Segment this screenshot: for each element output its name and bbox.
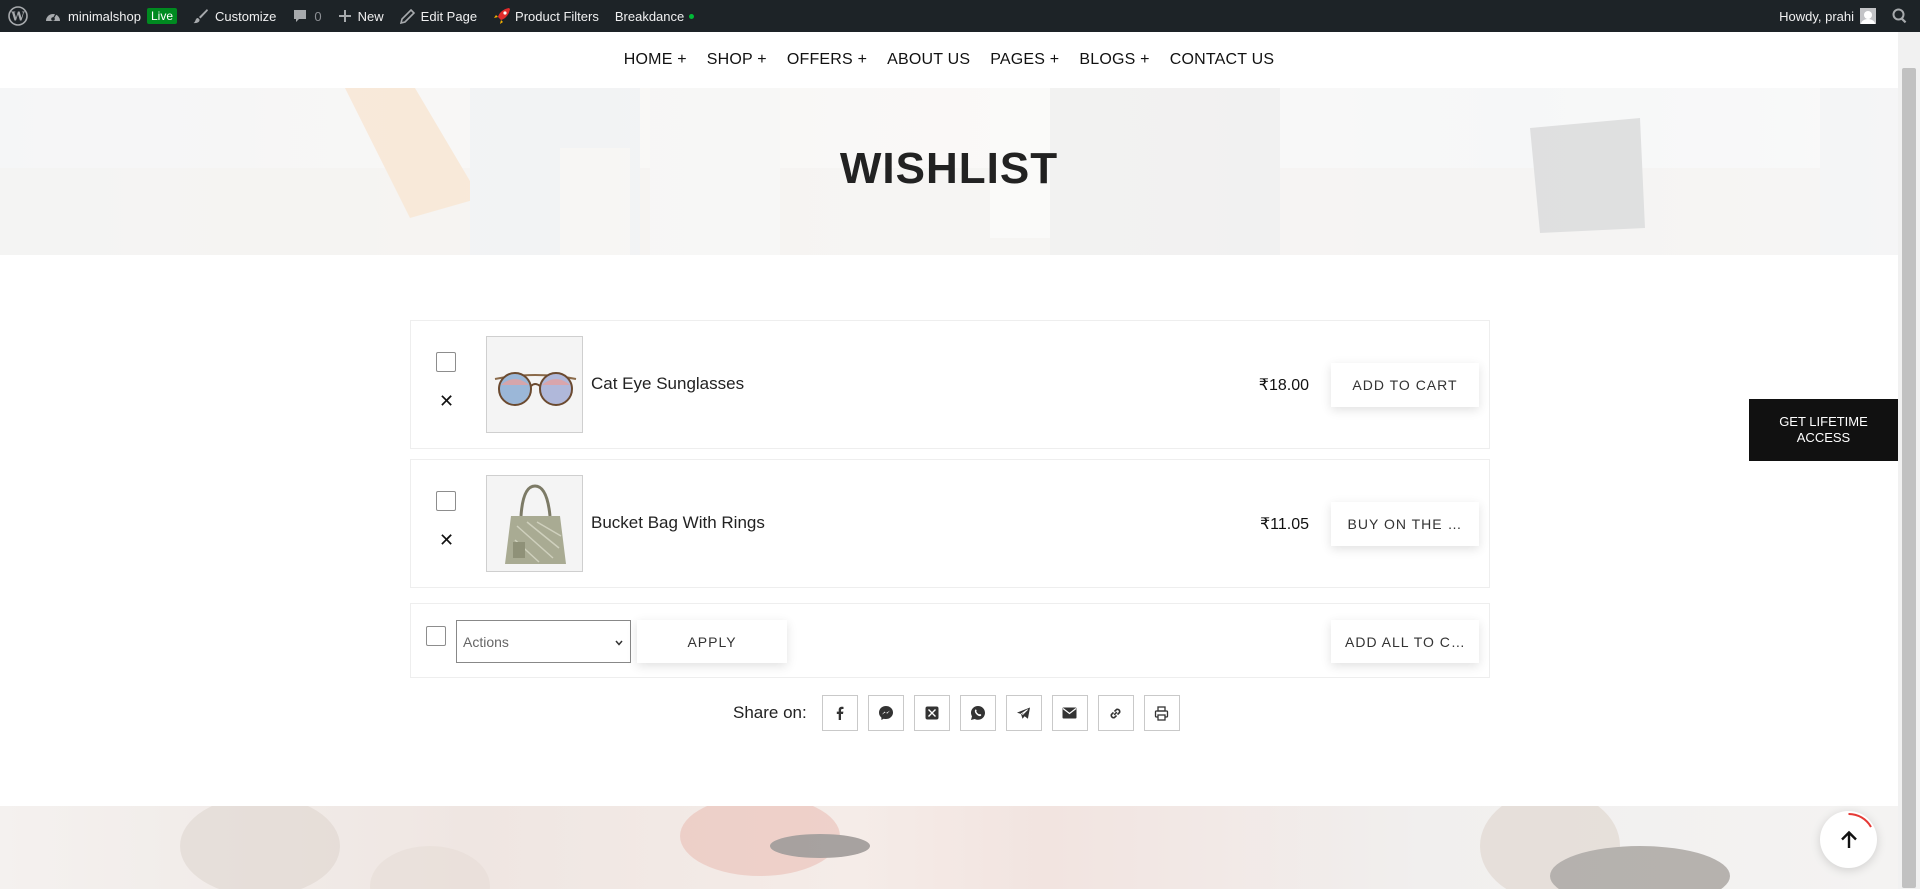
product-price: ₹18.00	[1258, 377, 1309, 394]
share-label: Share on:	[733, 703, 807, 722]
share-print-button[interactable]	[1143, 695, 1180, 731]
nav-shop[interactable]: SHOP +	[697, 51, 777, 69]
edit-page-label: Edit Page	[420, 8, 478, 24]
print-icon	[1155, 705, 1169, 721]
link-icon	[1110, 708, 1121, 718]
promo-banner-image	[0, 806, 1898, 889]
whatsapp-icon	[970, 706, 985, 720]
product-thumbnail[interactable]	[486, 336, 583, 433]
comments-count: 0	[314, 8, 322, 24]
product-thumbnail[interactable]	[486, 475, 583, 572]
comments-link[interactable]: 0	[284, 0, 329, 32]
avatar	[1860, 8, 1876, 24]
actions-select-value: Actions	[463, 633, 509, 650]
breakdance-label: Breakdance	[614, 8, 685, 24]
wishlist-actions-bar: Actions APPLY ADD ALL TO C…	[410, 603, 1490, 678]
product-name-link[interactable]: Bucket Bag With Rings	[591, 513, 765, 533]
howdy-label: Howdy, prahi	[1779, 8, 1854, 24]
chevron-down-icon	[614, 635, 624, 651]
product-name-link[interactable]: Cat Eye Sunglasses	[591, 374, 744, 394]
search-icon	[1892, 8, 1908, 24]
edit-page-link[interactable]: Edit Page	[392, 0, 485, 32]
site-name-label: minimalshop	[68, 8, 141, 24]
get-lifetime-access-button[interactable]: GET LIFETIME ACCESS	[1749, 399, 1898, 461]
nav-pages[interactable]: PAGES +	[980, 51, 1069, 69]
nav-home[interactable]: HOME +	[614, 51, 697, 69]
bucket-bag-image	[487, 476, 582, 571]
remove-item-icon[interactable]: ✕	[439, 531, 454, 549]
add-all-to-cart-button[interactable]: ADD ALL TO C…	[1331, 620, 1479, 663]
share-facebook-button[interactable]	[821, 695, 858, 731]
nav-about-us[interactable]: ABOUT US	[877, 51, 980, 69]
scrollbar-thumb[interactable]	[1902, 68, 1916, 888]
wishlist-row: ✕ Bucket Bag With Rings ₹11.05 BUY ON TH…	[410, 459, 1490, 588]
page-title: WISHLIST	[839, 144, 1059, 193]
row-select-checkbox[interactable]	[436, 352, 456, 372]
share-email-button[interactable]	[1051, 695, 1088, 731]
share-copy-link-button[interactable]	[1097, 695, 1134, 731]
new-label: New	[357, 8, 384, 24]
scroll-progress-ring	[1848, 812, 1872, 828]
apply-button[interactable]: APPLY	[637, 620, 787, 663]
my-account-link[interactable]: Howdy, prahi	[1771, 0, 1884, 32]
product-filters-link[interactable]: Product Filters	[485, 0, 607, 32]
wishlist-row: ✕ Cat Eye Sunglasses ₹18.00 ADD TO CART	[410, 320, 1490, 449]
scroll-to-top-button[interactable]	[1820, 811, 1877, 868]
x-icon	[925, 706, 939, 720]
admin-search-button[interactable]	[1884, 0, 1920, 32]
share-messenger-button[interactable]	[867, 695, 904, 731]
nav-contact-us[interactable]: CONTACT US	[1160, 51, 1285, 69]
share-telegram-button[interactable]	[1005, 695, 1042, 731]
product-filters-label: Product Filters	[515, 8, 599, 24]
rocket-icon	[493, 7, 511, 25]
telegram-icon	[1017, 707, 1031, 719]
remove-item-icon[interactable]: ✕	[439, 392, 454, 410]
page-scrollbar[interactable]	[1898, 32, 1920, 889]
site-name-link[interactable]: minimalshop Live	[36, 0, 185, 32]
select-all-checkbox[interactable]	[426, 626, 446, 646]
nav-offers[interactable]: OFFERS +	[777, 51, 877, 69]
actions-select[interactable]: Actions	[456, 620, 631, 663]
breakdance-link[interactable]: Breakdance	[607, 0, 702, 32]
pencil-icon	[399, 8, 415, 24]
facebook-icon	[836, 706, 844, 720]
sunglasses-image	[487, 337, 582, 432]
add-to-cart-button[interactable]: ADD TO CART	[1331, 363, 1479, 407]
product-price: ₹11.05	[1259, 516, 1309, 533]
customize-link[interactable]: Customize	[185, 0, 284, 32]
dashboard-icon	[44, 8, 62, 24]
row-select-checkbox[interactable]	[436, 491, 456, 511]
live-badge: Live	[146, 8, 177, 24]
status-dot	[689, 13, 695, 19]
svg-text:W: W	[10, 10, 25, 24]
nav-blogs[interactable]: BLOGS +	[1069, 51, 1159, 69]
comment-icon	[292, 8, 308, 24]
wordpress-logo-icon[interactable]: W	[0, 0, 36, 32]
customize-label: Customize	[215, 8, 277, 24]
main-navigation: HOME + SHOP + OFFERS + ABOUT US PAGES + …	[0, 32, 1898, 88]
brush-icon	[193, 8, 209, 24]
admin-bar: W minimalshop Live Customize 0 New Edit …	[0, 0, 1920, 32]
share-x-button[interactable]	[913, 695, 950, 731]
page-hero: WISHLIST	[0, 88, 1898, 255]
share-bar: Share on:	[733, 695, 1180, 731]
share-whatsapp-button[interactable]	[959, 695, 996, 731]
buy-external-button[interactable]: BUY ON THE …	[1331, 502, 1479, 546]
email-icon	[1062, 707, 1077, 719]
messenger-icon	[878, 706, 893, 720]
new-content-link[interactable]: New	[330, 0, 392, 32]
plus-icon	[338, 9, 352, 23]
